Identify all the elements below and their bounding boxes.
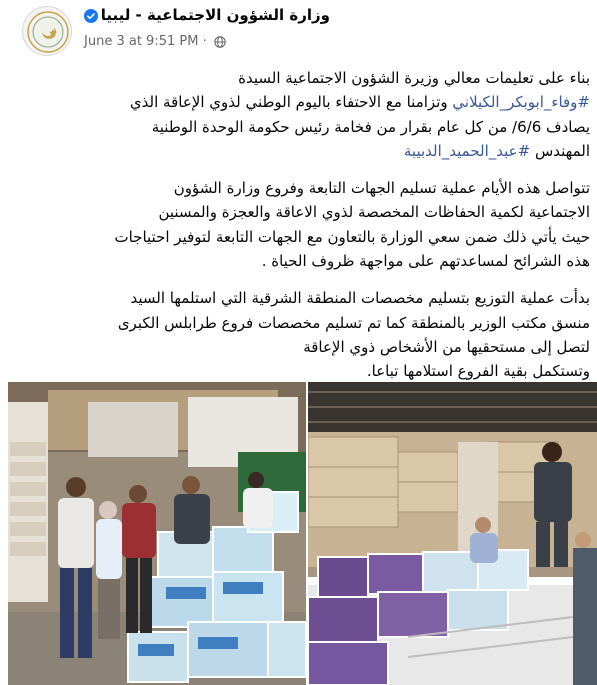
paragraph-1: بناء على تعليمات معالي وزيرة الشؤون الاج… <box>14 66 590 163</box>
page-avatar[interactable] <box>22 6 72 56</box>
text-line: الاجتماعية لكمية الحفاظات المخصصة لذوي ا… <box>158 203 590 222</box>
hashtag-link[interactable]: #عبد_الحميد_الدبيبة <box>404 142 530 160</box>
text-fragment: وتزامنا مع الاحتفاء باليوم الوطني لذوي ا… <box>129 93 453 112</box>
text-line: يصادف 6/6/ من كل عام بقرار من فخامة رئيس… <box>151 117 590 136</box>
photo-warehouse-group[interactable] <box>8 382 306 685</box>
text-line: #وفاء_ابوبكر_الكيلاني وتزامنا مع الاحتفا… <box>14 90 590 114</box>
text-fragment: المهندس <box>530 141 590 160</box>
text-line: تتواصل هذه الأيام عملية تسليم الجهات الت… <box>173 179 590 198</box>
emblem-icon <box>27 11 69 53</box>
text-line: المهندس #عبد_الحميد_الدبيبة <box>14 139 590 163</box>
verified-badge-icon <box>84 9 98 23</box>
paragraph-3: بدأت عملية التوزيع بتسليم مخصصات المنطقة… <box>14 286 590 383</box>
post-body: بناء على تعليمات معالي وزيرة الشؤون الاج… <box>14 66 590 397</box>
meta-separator: · <box>202 34 207 49</box>
text-line: لتصل إلى مستحقيها من الأشخاص ذوي الإعاقة <box>303 337 590 356</box>
text-line: بدأت عملية التوزيع بتسليم مخصصات المنطقة… <box>130 289 590 308</box>
photo-grid <box>0 378 597 685</box>
photo-truck-loading[interactable] <box>308 382 597 685</box>
text-line: منسق مكتب الوزير بالمنطقة كما تم تسليم م… <box>117 313 590 332</box>
hashtag-link[interactable]: #وفاء_ابوبكر_الكيلاني <box>452 93 590 111</box>
text-line: حيث يأتي ذلك ضمن سعي الوزارة بالتعاون مع… <box>114 227 590 246</box>
post-header: وزارة الشؤون الاجتماعية - ليبيا June 3 a… <box>0 0 597 60</box>
text-line: بناء على تعليمات معالي وزيرة الشؤون الاج… <box>238 69 590 87</box>
post-meta: June 3 at 9:51 PM · <box>84 34 226 49</box>
post-timestamp[interactable]: June 3 at 9:51 PM <box>84 34 198 49</box>
globe-icon[interactable] <box>214 35 226 48</box>
text-line: هذه الشرائح لمساعدتهم على مواجهة ظروف ال… <box>261 252 590 271</box>
page-name-link[interactable]: وزارة الشؤون الاجتماعية - ليبيا <box>100 6 330 24</box>
paragraph-2: تتواصل هذه الأيام عملية تسليم الجهات الت… <box>14 176 590 273</box>
